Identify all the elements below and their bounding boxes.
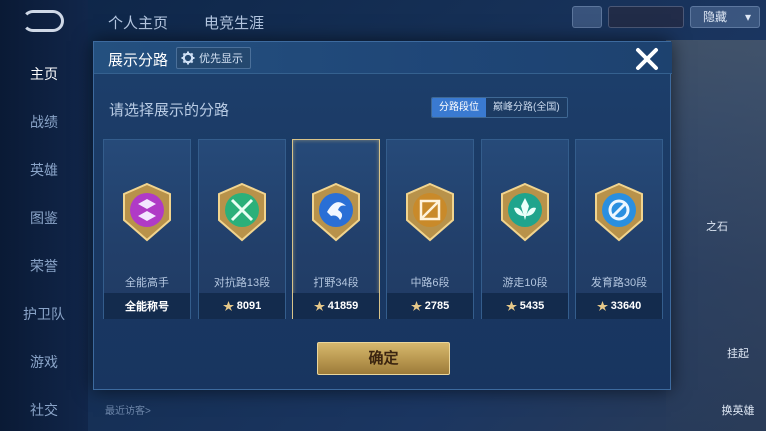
priority-display-button[interactable]: 优先显示 — [176, 47, 251, 69]
sidebar-item-game[interactable]: 游戏 — [0, 352, 88, 372]
lane-card-clash[interactable]: 对抗路13段 8091 — [198, 139, 286, 319]
gear-icon — [181, 51, 195, 65]
sidebar-item-guard[interactable]: 护卫队 — [0, 304, 88, 324]
lane-mode-tabs: 分路段位 巅峰分路(全国) — [431, 97, 568, 118]
tab-esports[interactable]: 电竞生涯 — [204, 12, 264, 33]
lane-card-mid[interactable]: 中路6段 2785 — [386, 139, 474, 319]
sidebar-item-social[interactable]: 社交 — [0, 400, 88, 420]
priority-display-label: 优先显示 — [199, 53, 243, 65]
lane-name: 打野34段 — [313, 277, 359, 289]
lane-stat: 5435 — [482, 293, 568, 319]
lane-stat: 33640 — [576, 293, 662, 319]
tab-peak-lane[interactable]: 巅峰分路(全国) — [486, 98, 567, 117]
lane-stat: 全能称号 — [104, 293, 190, 319]
background-sidebar: 主页 战绩 英雄 图鉴 荣誉 护卫队 游戏 社交 — [0, 0, 88, 431]
lane-stat-value: 8091 — [236, 300, 262, 312]
emblem-core — [130, 193, 164, 227]
background-art — [666, 40, 766, 431]
lane-stat-value: 33640 — [610, 300, 642, 312]
top-select-label: 隐藏 — [703, 10, 728, 24]
hangup-button[interactable]: 挂起 — [708, 345, 766, 361]
mid-lane-emblem-icon — [406, 182, 454, 242]
sidebar-item-home[interactable]: 主页 — [0, 64, 88, 84]
lane-name: 发育路30段 — [590, 277, 648, 289]
points-icon — [596, 301, 608, 311]
lane-stat-value: 5435 — [519, 300, 545, 312]
lane-name: 游走10段 — [502, 277, 548, 289]
jungle-emblem-icon — [312, 182, 360, 242]
clash-lane-emblem-icon — [218, 182, 266, 242]
lane-card-jungle[interactable]: 打野34段 41859 — [292, 139, 380, 319]
points-icon — [222, 301, 234, 311]
points-icon — [313, 301, 325, 311]
lane-card-roam[interactable]: 游走10段 5435 — [481, 139, 569, 319]
close-icon[interactable] — [633, 45, 661, 73]
top-icon-button[interactable] — [572, 6, 602, 28]
lane-name: 对抗路13段 — [213, 277, 271, 289]
lane-stat: 41859 — [293, 293, 379, 319]
back-icon[interactable] — [22, 10, 64, 32]
lane-stat-value: 41859 — [327, 300, 359, 312]
right-partial-label: 之石 — [706, 221, 728, 233]
chevron-down-icon: ▾ — [744, 10, 751, 24]
sidebar-item-heroes[interactable]: 英雄 — [0, 160, 88, 180]
lane-name: 中路6段 — [410, 277, 450, 289]
lane-stat-value: 全能称号 — [125, 301, 169, 313]
tab-lane-rank[interactable]: 分路段位 — [432, 98, 486, 117]
lane-card-all-round[interactable]: 全能高手 全能称号 — [103, 139, 191, 319]
sidebar-item-record[interactable]: 战绩 — [0, 112, 88, 132]
top-badge — [608, 6, 684, 28]
switch-hero-button[interactable]: 换英雄 — [708, 402, 766, 418]
points-icon — [505, 301, 517, 311]
roam-emblem-icon — [501, 182, 549, 242]
lane-stat: 8091 — [199, 293, 285, 319]
tab-profile[interactable]: 个人主页 — [108, 12, 168, 33]
dialog-title: 展示分路 — [108, 52, 169, 69]
lane-stat-value: 2785 — [424, 300, 450, 312]
sidebar-item-codex[interactable]: 图鉴 — [0, 208, 88, 228]
top-select[interactable]: 隐藏 ▾ — [690, 6, 760, 28]
lane-display-dialog: 展示分路 优先显示 请选择展示的分路 分路段位 巅峰分路(全国) 全能高手 全能… — [93, 41, 672, 390]
dialog-header: 展示分路 优先显示 — [94, 42, 672, 74]
lane-name: 全能高手 — [125, 277, 169, 289]
recent-visitors-label[interactable]: 最近访客> — [105, 402, 151, 417]
lane-card-farm[interactable]: 发育路30段 33640 — [575, 139, 663, 319]
sidebar-item-honor[interactable]: 荣誉 — [0, 256, 88, 276]
all-round-emblem-icon — [123, 182, 171, 242]
confirm-button[interactable]: 确定 — [317, 342, 450, 375]
points-icon — [410, 301, 422, 311]
farm-lane-emblem-icon — [595, 182, 643, 242]
dialog-subtitle: 请选择展示的分路 — [109, 102, 230, 119]
lane-stat: 2785 — [387, 293, 473, 319]
